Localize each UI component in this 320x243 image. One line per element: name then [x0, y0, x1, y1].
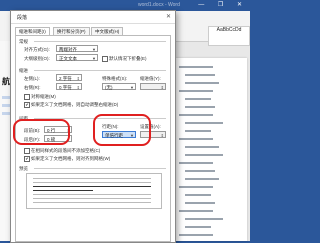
document-text-line — [185, 194, 211, 196]
by-indent-label: 缩进值(Y): — [140, 76, 161, 81]
highlight-ring-spacing — [13, 119, 70, 145]
snap-to-grid-checkbox[interactable]: ✔ — [24, 156, 30, 162]
outline-level-label: 大纲级别(O): — [24, 56, 50, 61]
preview-section-title: 预览 — [19, 166, 28, 171]
document-page[interactable] — [175, 58, 247, 241]
alignment-value: 两端对齐 — [59, 47, 77, 52]
by-indent-spinner[interactable]: ⇕ — [140, 83, 166, 90]
style-gallery-item[interactable]: AaBbCcDd — [208, 26, 250, 46]
document-text-line — [179, 138, 213, 140]
document-text-line — [185, 226, 211, 228]
snap-to-grid-label: 如果定义了文档网格，则对齐到网格(W) — [31, 156, 111, 161]
right-indent-value: 0 字符 — [59, 85, 72, 90]
document-text-line — [185, 122, 223, 124]
left-indent-value: 2 字符 — [59, 76, 72, 81]
document-text-line — [185, 130, 211, 132]
dialog-titlebar: 段落 ✕ — [11, 11, 175, 24]
document-text-line — [185, 218, 223, 220]
alignment-select[interactable]: 两端对齐 ▼ — [56, 45, 98, 52]
navigation-pane-label: 航 — [2, 77, 10, 86]
outline-level-select[interactable]: 正文文本 ▼ — [56, 54, 98, 61]
spinner-arrows-icon: ⇕ — [76, 76, 80, 81]
document-text-line — [179, 90, 213, 92]
no-space-same-style-checkbox[interactable] — [24, 148, 30, 154]
paragraph-preview — [26, 173, 162, 209]
preview-text-line — [33, 182, 151, 183]
document-text-line — [185, 82, 219, 84]
document-text-line — [185, 146, 219, 148]
preview-text-line — [33, 186, 151, 187]
general-section-title: 常规 — [19, 39, 28, 44]
divider — [34, 41, 166, 42]
auto-right-indent-checkbox[interactable]: ✔ — [24, 102, 30, 108]
preview-text-line — [33, 178, 151, 179]
collapse-label: 默认情况下折叠(E) — [109, 56, 147, 61]
outline-level-value: 正文文本 — [59, 56, 77, 61]
right-indent-label: 右侧(R): — [24, 85, 41, 90]
document-text-line — [185, 74, 215, 76]
document-text-line — [185, 106, 215, 108]
spinner-arrows-icon: ⇕ — [160, 85, 164, 90]
close-icon[interactable]: ✕ — [166, 13, 171, 20]
preview-text-line — [33, 194, 151, 195]
special-indent-label: 特殊格式(S): — [102, 76, 128, 81]
chevron-down-icon: ▼ — [130, 85, 134, 90]
document-text-line — [179, 66, 213, 68]
document-text-line — [179, 210, 213, 212]
left-indent-label: 左侧(L): — [24, 76, 40, 81]
chevron-down-icon: ▼ — [92, 47, 96, 52]
document-text-line — [179, 114, 213, 116]
mirror-indent-checkbox[interactable] — [24, 94, 30, 100]
special-indent-select[interactable]: (无) ▼ — [102, 83, 136, 90]
window-controls[interactable]: — ❐ ✕ — [198, 1, 248, 8]
document-text-line — [185, 202, 215, 204]
divider — [34, 70, 166, 71]
document-text-line — [185, 98, 211, 100]
special-indent-value: (无) — [105, 85, 113, 90]
divider — [34, 168, 166, 169]
word-title: word1.docx - Word — [138, 2, 180, 8]
spinner-arrows-icon: ⇕ — [76, 85, 80, 90]
preview-text-line — [33, 190, 93, 191]
preview-text-line — [33, 202, 151, 203]
document-text-line — [179, 234, 213, 236]
indent-section-title: 缩进 — [19, 68, 28, 73]
no-space-same-style-label: 在相同样式的段落间不添加空格(C) — [31, 148, 101, 153]
mirror-indent-label: 对称缩进(M) — [31, 94, 56, 99]
document-text-line — [185, 170, 215, 172]
collapse-checkbox[interactable] — [102, 56, 108, 62]
left-indent-spinner[interactable]: 2 字符 ⇕ — [56, 74, 82, 81]
document-text-line — [179, 186, 213, 188]
preview-text-line — [33, 198, 151, 199]
document-text-line — [179, 162, 213, 164]
alignment-label: 对齐方式(G): — [24, 47, 50, 52]
chevron-down-icon: ▼ — [92, 56, 96, 61]
document-text-line — [185, 178, 219, 180]
right-indent-spinner[interactable]: 0 字符 ⇕ — [56, 83, 82, 90]
spinner-arrows-icon: ⇕ — [160, 133, 164, 138]
document-text-line — [185, 154, 223, 156]
highlight-ring-line-spacing — [93, 114, 151, 146]
dialog-title: 段落 — [17, 15, 28, 21]
auto-right-indent-label: 如果定义了文档网格，则自动调整右缩进(D) — [31, 102, 119, 107]
